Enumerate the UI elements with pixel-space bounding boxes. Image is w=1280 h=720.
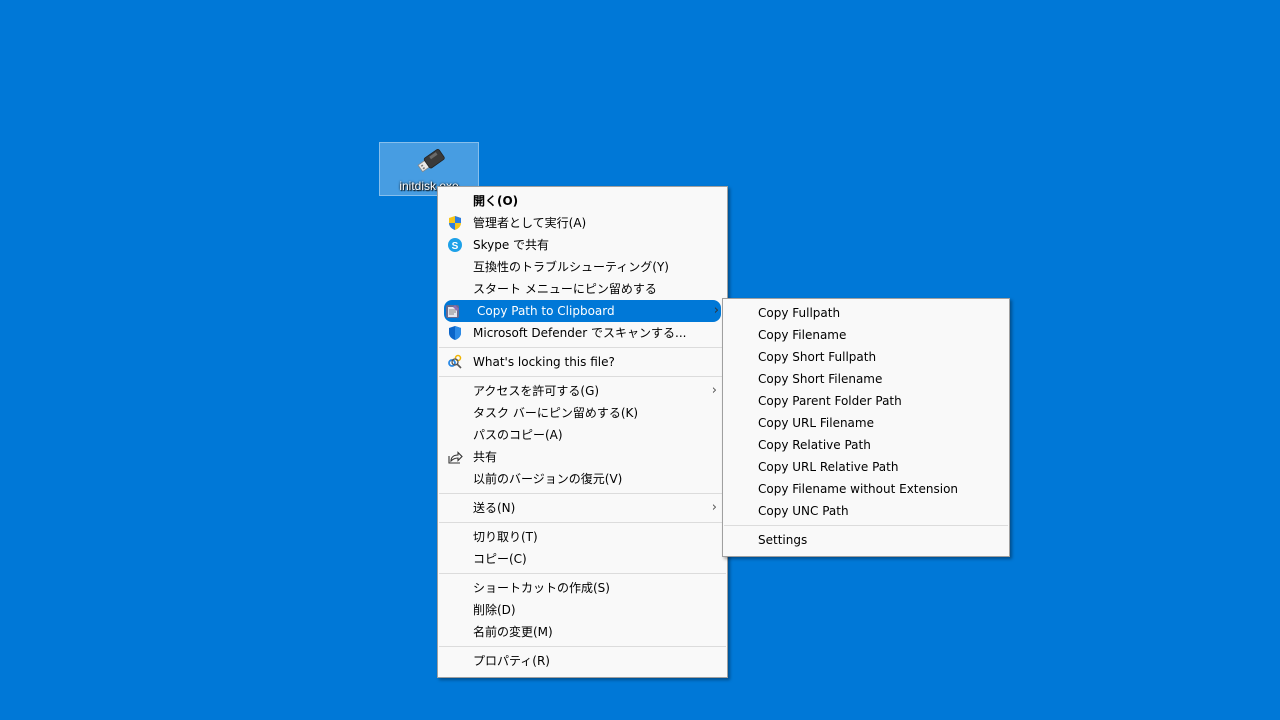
menu-item-label: 開く(O) [473, 194, 519, 208]
menu-item-label: プロパティ(R) [473, 654, 550, 668]
menu-item-copy[interactable]: コピー(C) [440, 548, 725, 570]
menu-item-label: Copy Path to Clipboard [477, 304, 615, 318]
menu-item-cut[interactable]: 切り取り(T) [440, 526, 725, 548]
menu-item-label: ショートカットの作成(S) [473, 581, 610, 595]
submenu-item-copy-url-relative-path[interactable]: Copy URL Relative Path [725, 456, 1007, 478]
submenu-item-copy-unc-path[interactable]: Copy UNC Path [725, 500, 1007, 522]
menu-item-pin-to-taskbar[interactable]: タスク バーにピン留めする(K) [440, 402, 725, 424]
menu-item-label: Skype で共有 [473, 238, 550, 252]
share-icon [448, 451, 463, 464]
menu-item-label: Copy UNC Path [758, 504, 849, 518]
chevron-right-icon: › [713, 303, 719, 318]
menu-item-label: Copy Filename [758, 328, 847, 342]
menu-item-label: Copy Short Filename [758, 372, 883, 386]
menu-item-share[interactable]: 共有 [440, 446, 725, 468]
menu-item-rename[interactable]: 名前の変更(M) [440, 621, 725, 643]
menu-item-label: Copy URL Filename [758, 416, 874, 430]
svg-text:S: S [452, 241, 459, 252]
menu-item-label: 切り取り(T) [473, 530, 538, 544]
menu-item-label: Copy Filename without Extension [758, 482, 959, 496]
menu-item-copy-path-to-clipboard[interactable]: Copy Path to Clipboard › [444, 300, 721, 322]
menu-item-pin-to-start[interactable]: スタート メニューにピン留めする [440, 278, 725, 300]
submenu-item-copy-url-filename[interactable]: Copy URL Filename [725, 412, 1007, 434]
lock-search-icon [448, 354, 462, 369]
menu-item-open[interactable]: 開く(O) [440, 190, 725, 212]
menu-item-label: 管理者として実行(A) [473, 216, 587, 230]
menu-item-label: Copy Short Fullpath [758, 350, 877, 364]
menu-item-grant-access[interactable]: アクセスを許可する(G) › [440, 380, 725, 402]
menu-item-label: 削除(D) [473, 603, 516, 617]
menu-separator [439, 493, 726, 494]
submenu-item-copy-relative-path[interactable]: Copy Relative Path [725, 434, 1007, 456]
menu-item-label: Copy Relative Path [758, 438, 871, 452]
submenu-item-copy-short-filename[interactable]: Copy Short Filename [725, 368, 1007, 390]
menu-separator [439, 573, 726, 574]
context-menu: 開く(O) 管理者として実行(A) S Skype で共有 互換性のトラブルシュ… [437, 186, 728, 678]
copy-path-submenu: Copy Fullpath Copy Filename Copy Short F… [722, 298, 1010, 557]
menu-separator [439, 522, 726, 523]
copy-path-icon [446, 305, 459, 318]
menu-item-label: 互換性のトラブルシューティング(Y) [473, 260, 669, 274]
submenu-item-copy-parent-folder-path[interactable]: Copy Parent Folder Path [725, 390, 1007, 412]
menu-separator [439, 376, 726, 377]
uac-shield-icon [449, 216, 461, 230]
menu-item-label: Copy URL Relative Path [758, 460, 899, 474]
menu-item-label: タスク バーにピン留めする(K) [473, 406, 639, 420]
menu-item-label: アクセスを許可する(G) [473, 384, 600, 398]
skype-icon: S [448, 238, 462, 252]
menu-item-label: パスのコピー(A) [473, 428, 563, 442]
menu-item-delete[interactable]: 削除(D) [440, 599, 725, 621]
menu-item-troubleshoot-compat[interactable]: 互換性のトラブルシューティング(Y) [440, 256, 725, 278]
submenu-item-copy-filename-without-extension[interactable]: Copy Filename without Extension [725, 478, 1007, 500]
menu-item-run-as-admin[interactable]: 管理者として実行(A) [440, 212, 725, 234]
menu-separator [439, 646, 726, 647]
menu-item-restore-previous-versions[interactable]: 以前のバージョンの復元(V) [440, 468, 725, 490]
menu-item-label: 名前の変更(M) [473, 625, 553, 639]
menu-item-label: コピー(C) [473, 552, 527, 566]
menu-separator [724, 525, 1008, 526]
menu-item-label: 以前のバージョンの復元(V) [473, 472, 623, 486]
submenu-item-copy-short-fullpath[interactable]: Copy Short Fullpath [725, 346, 1007, 368]
menu-item-label: Settings [758, 533, 808, 547]
menu-item-label: スタート メニューにピン留めする [473, 282, 657, 296]
menu-item-label: Copy Parent Folder Path [758, 394, 902, 408]
usb-drive-icon [417, 149, 445, 173]
chevron-right-icon: › [711, 500, 717, 515]
menu-item-send-to[interactable]: 送る(N) › [440, 497, 725, 519]
defender-shield-icon [449, 326, 461, 340]
submenu-item-copy-filename[interactable]: Copy Filename [725, 324, 1007, 346]
menu-item-label: Microsoft Defender でスキャンする... [473, 326, 687, 340]
submenu-item-settings[interactable]: Settings [725, 529, 1007, 551]
chevron-right-icon: › [711, 383, 717, 398]
menu-item-properties[interactable]: プロパティ(R) [440, 650, 725, 672]
menu-item-skype-share[interactable]: S Skype で共有 [440, 234, 725, 256]
menu-item-defender-scan[interactable]: Microsoft Defender でスキャンする... [440, 322, 725, 344]
menu-item-copy-as-path[interactable]: パスのコピー(A) [440, 424, 725, 446]
menu-item-label: 共有 [473, 450, 498, 464]
menu-item-label: Copy Fullpath [758, 306, 841, 320]
menu-item-label: What's locking this file? [473, 355, 615, 369]
menu-item-whats-locking[interactable]: What's locking this file? [440, 351, 725, 373]
submenu-item-copy-fullpath[interactable]: Copy Fullpath [725, 302, 1007, 324]
menu-separator [439, 347, 726, 348]
menu-item-label: 送る(N) [473, 501, 516, 515]
menu-item-create-shortcut[interactable]: ショートカットの作成(S) [440, 577, 725, 599]
